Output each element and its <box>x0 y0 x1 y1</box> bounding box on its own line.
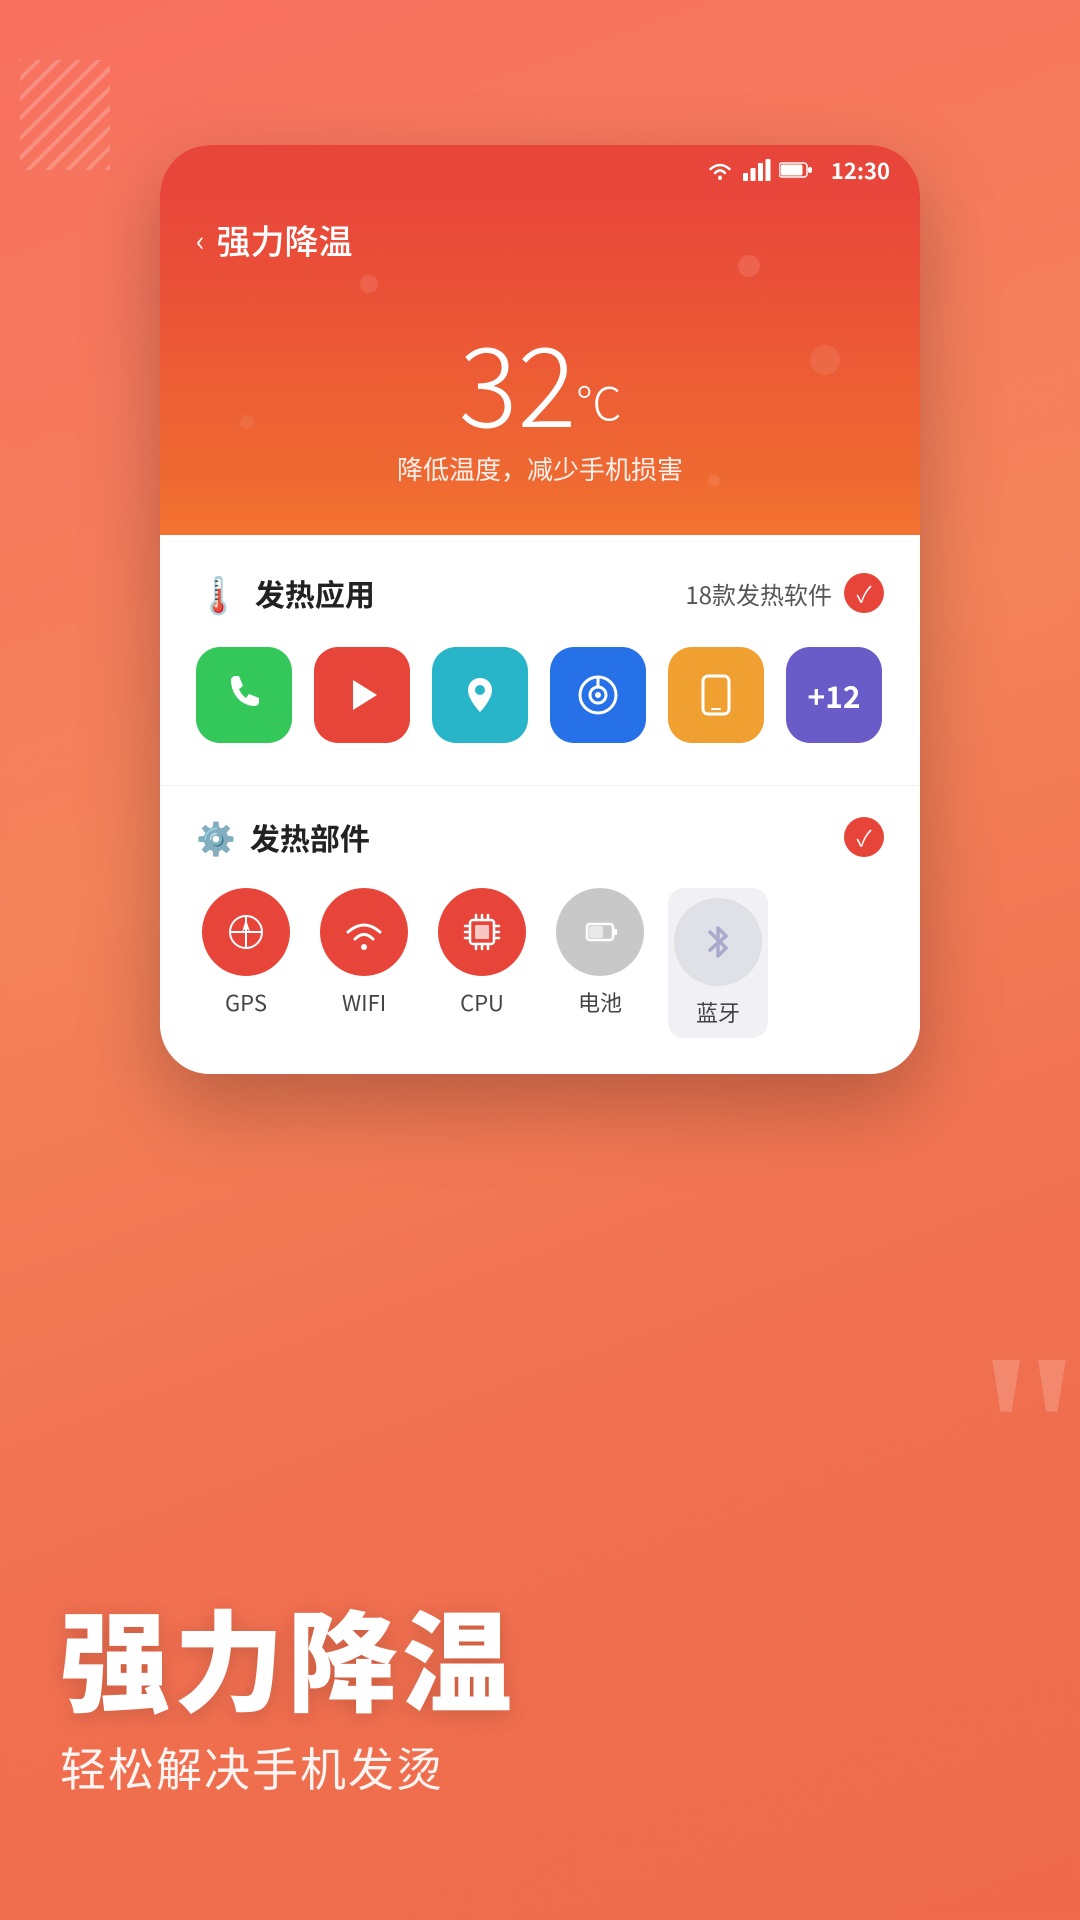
component-item-bluetooth[interactable]: 蓝牙 <box>668 888 768 1038</box>
phone-header: ‹ 强力降温 32°C 降低温度，减少手机损害 <box>160 195 920 535</box>
deco-lines-top-left <box>20 60 110 170</box>
components-section-left: ⚙️ 发热部件 <box>196 814 370 860</box>
gps-icon <box>225 911 267 953</box>
component-item-gps[interactable]: GPS <box>196 888 296 1018</box>
apps-section-left: 🌡️ 发热应用 <box>196 567 375 619</box>
app-icon-video[interactable] <box>314 647 410 743</box>
maps-app-icon <box>455 670 505 720</box>
apps-section-right: 18款发热软件 ✓ <box>685 573 884 613</box>
back-row: ‹ 强力降温 <box>196 215 884 264</box>
video-app-icon <box>337 670 387 720</box>
bluetooth-icon-bg <box>674 898 762 986</box>
battery-component-icon-bg <box>556 888 644 976</box>
component-item-wifi[interactable]: WIFI <box>314 888 414 1018</box>
apps-section-title: 发热应用 <box>255 571 375 615</box>
music-app-icon <box>573 670 623 720</box>
cpu-label: CPU <box>460 986 504 1018</box>
components-check-badge[interactable]: ✓ <box>844 817 884 857</box>
sub-slogan: 轻松解决手机发烫 <box>60 1734 1020 1800</box>
deco-quote: " <box>968 1320 1080 1540</box>
temperature-description: 降低温度，减少手机损害 <box>196 450 884 487</box>
bluetooth-label: 蓝牙 <box>696 996 740 1028</box>
bubble-1 <box>360 275 378 293</box>
phone2-app-icon <box>693 672 739 718</box>
app-icon-music[interactable] <box>550 647 646 743</box>
main-slogan: 强力降温 <box>60 1595 1020 1716</box>
app-icon-phone2[interactable] <box>668 647 764 743</box>
battery-component-icon <box>579 911 621 953</box>
apps-section-header: 🌡️ 发热应用 18款发热软件 ✓ <box>196 567 884 619</box>
more-label: +12 <box>807 673 860 717</box>
cpu-icon <box>460 910 504 954</box>
phone-app-icon <box>219 670 269 720</box>
signal-icon <box>743 159 771 181</box>
temperature-value: 32°C <box>196 324 884 434</box>
thermometer-icon: 🌡️ <box>196 567 241 619</box>
wifi-component-icon-bg <box>320 888 408 976</box>
battery-label: 电池 <box>578 986 622 1018</box>
heating-components-section: ⚙️ 发热部件 ✓ GPS <box>160 785 920 1074</box>
wifi-label: WIFI <box>342 986 386 1018</box>
components-section-title: 发热部件 <box>250 815 370 859</box>
gps-icon-bg <box>202 888 290 976</box>
back-button[interactable]: ‹ <box>196 220 204 260</box>
cpu-icon-bg <box>438 888 526 976</box>
component-icons-row: GPS WIFI <box>196 888 884 1038</box>
app-icons-row: +12 <box>196 647 884 743</box>
app-icon-phone[interactable] <box>196 647 292 743</box>
battery-icon <box>779 161 813 179</box>
gps-label: GPS <box>225 986 267 1018</box>
status-bar: 12:30 <box>160 145 920 195</box>
wifi-icon <box>705 159 735 181</box>
bottom-text-section: 强力降温 轻松解决手机发烫 <box>0 1595 1080 1800</box>
app-icon-more[interactable]: +12 <box>786 647 882 743</box>
bluetooth-icon <box>704 920 732 964</box>
temperature-display: 32°C 降低温度，减少手机损害 <box>196 294 884 507</box>
component-item-cpu[interactable]: CPU <box>432 888 532 1018</box>
components-section-header: ⚙️ 发热部件 ✓ <box>196 814 884 860</box>
status-time: 12:30 <box>831 154 890 186</box>
status-icons: 12:30 <box>705 154 890 186</box>
gear-icon: ⚙️ <box>196 814 236 860</box>
component-item-battery[interactable]: 电池 <box>550 888 650 1018</box>
heating-apps-section: 🌡️ 发热应用 18款发热软件 ✓ <box>160 535 920 775</box>
bubble-4 <box>738 255 760 277</box>
wifi-component-icon <box>341 914 387 950</box>
apps-count-label: 18款发热软件 <box>685 576 832 611</box>
header-title: 强力降温 <box>216 215 352 264</box>
apps-check-badge[interactable]: ✓ <box>844 573 884 613</box>
phone-mockup: 12:30 ‹ 强力降温 32°C 降低温度，减少手机损害 🌡️ 发热应用 <box>160 145 920 1074</box>
app-icon-maps[interactable] <box>432 647 528 743</box>
